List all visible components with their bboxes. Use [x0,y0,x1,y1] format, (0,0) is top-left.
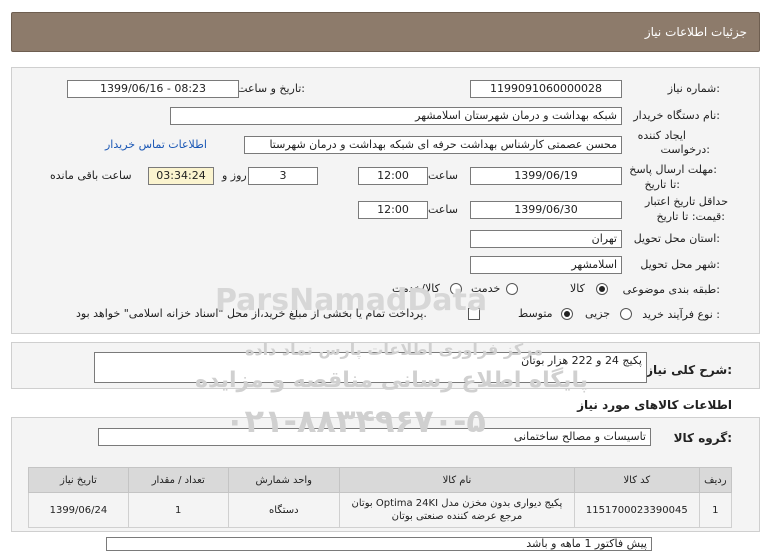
days-label: روز و [222,169,247,182]
buyer-contact-link[interactable]: اطلاعات تماس خریدار [105,138,207,151]
col-unit: واحد شمارش [227,467,340,493]
payment-checkbox[interactable] [468,308,480,320]
buyer-label: نام دستگاه خریدار: [633,109,720,122]
table-row[interactable]: 1399/06/24 1 دستگاه پکیج دیواری بدون مخز… [28,492,733,528]
cell-date: 1399/06/24 [28,492,129,528]
category-option-goods-service: کالا/خدمت [392,282,440,295]
validity-time-label: ساعت [428,203,458,216]
cell-row: 1 [698,492,733,528]
need-number-label: شماره نیاز: [667,82,720,95]
process-radio-medium[interactable] [561,308,573,320]
category-option-goods: کالا [570,282,585,295]
col-qty: تعداد / مقدار [127,467,229,493]
cell-qty: 1 [127,492,229,528]
description-label: شرح کلی نیاز: [646,363,732,377]
process-option-minor: جزیی [585,307,611,320]
cell-unit: دستگاه [227,492,340,528]
need-number-field: 1199091060000028 [470,80,622,98]
process-option-medium: متوسط [518,307,553,320]
goods-table: تاریخ نیاز تعداد / مقدار واحد شمارش نام … [28,467,733,528]
footer-note-field: پیش فاکتور 1 ماهه و باشد [106,537,652,551]
deadline-time-label: ساعت [428,169,458,182]
process-label: نوع فرآیند خرید : [642,308,720,321]
col-row: ردیف [698,467,733,493]
creator-label-line1: ایجاد کننده [637,129,686,142]
remaining-time-field: 03:34:24 [148,167,214,185]
cell-code: 1151700023390045 [573,492,700,528]
category-option-service: خدمت [471,282,501,295]
creator-label-line2: درخواست: [660,143,711,156]
validity-date-field: 1399/06/30 [470,201,622,219]
validity-time-field: 12:00 [358,201,428,219]
deadline-label-line2: تا تاریخ: [644,178,680,191]
buyer-field: شبکه بهداشت و درمان شهرستان اسلامشهر [170,107,622,125]
city-label: شهر محل تحویل: [640,258,720,271]
goods-table-header: تاریخ نیاز تعداد / مقدار واحد شمارش نام … [28,467,733,493]
category-label: طبقه بندی موضوعی: [622,283,720,296]
goods-group-label: گروه کالا: [673,431,732,445]
col-date: تاریخ نیاز [28,467,129,493]
validity-label-line1: حداقل تاریخ اعتبار [644,195,728,208]
col-code: کد کالا [573,467,700,493]
col-name: نام کالا [338,467,575,493]
province-label: استان محل تحویل: [633,232,720,245]
deadline-date-field: 1399/06/19 [470,167,622,185]
announce-field: 1399/06/16 - 08:23 [67,80,239,98]
deadline-time-field: 12:00 [358,167,428,185]
city-field: اسلامشهر [470,256,622,274]
description-field: پکیج 24 و 222 هزار بوتان [94,352,647,383]
goods-section-title: اطلاعات کالاهای مورد نیاز [577,398,732,412]
remaining-time-label: ساعت باقی مانده [50,169,132,182]
goods-group-field: تاسیسات و مصالح ساختمانی [98,428,651,446]
validity-label-line2: قیمت: تا تاریخ: [656,210,725,223]
province-field: تهران [470,230,622,248]
creator-field: محسن عصمتی کارشناس بهداشت حرفه ای شبکه ب… [244,136,622,154]
payment-note: پرداخت تمام یا بخشی از مبلغ خرید،از محل … [76,307,427,320]
category-radio-service[interactable] [506,283,518,295]
page-title: جزئیات اطلاعات نیاز [644,25,747,39]
category-radio-goods[interactable] [596,283,608,295]
cell-name: پکیج دیواری بدون مخزن مدل Optima 24KI بو… [338,492,575,528]
page-header: جزئیات اطلاعات نیاز [11,12,760,52]
days-remaining-field: 3 [248,167,318,185]
category-radio-goods-service[interactable] [450,283,462,295]
process-radio-minor[interactable] [620,308,632,320]
deadline-label-line1: مهلت ارسال پاسخ: [629,163,717,176]
